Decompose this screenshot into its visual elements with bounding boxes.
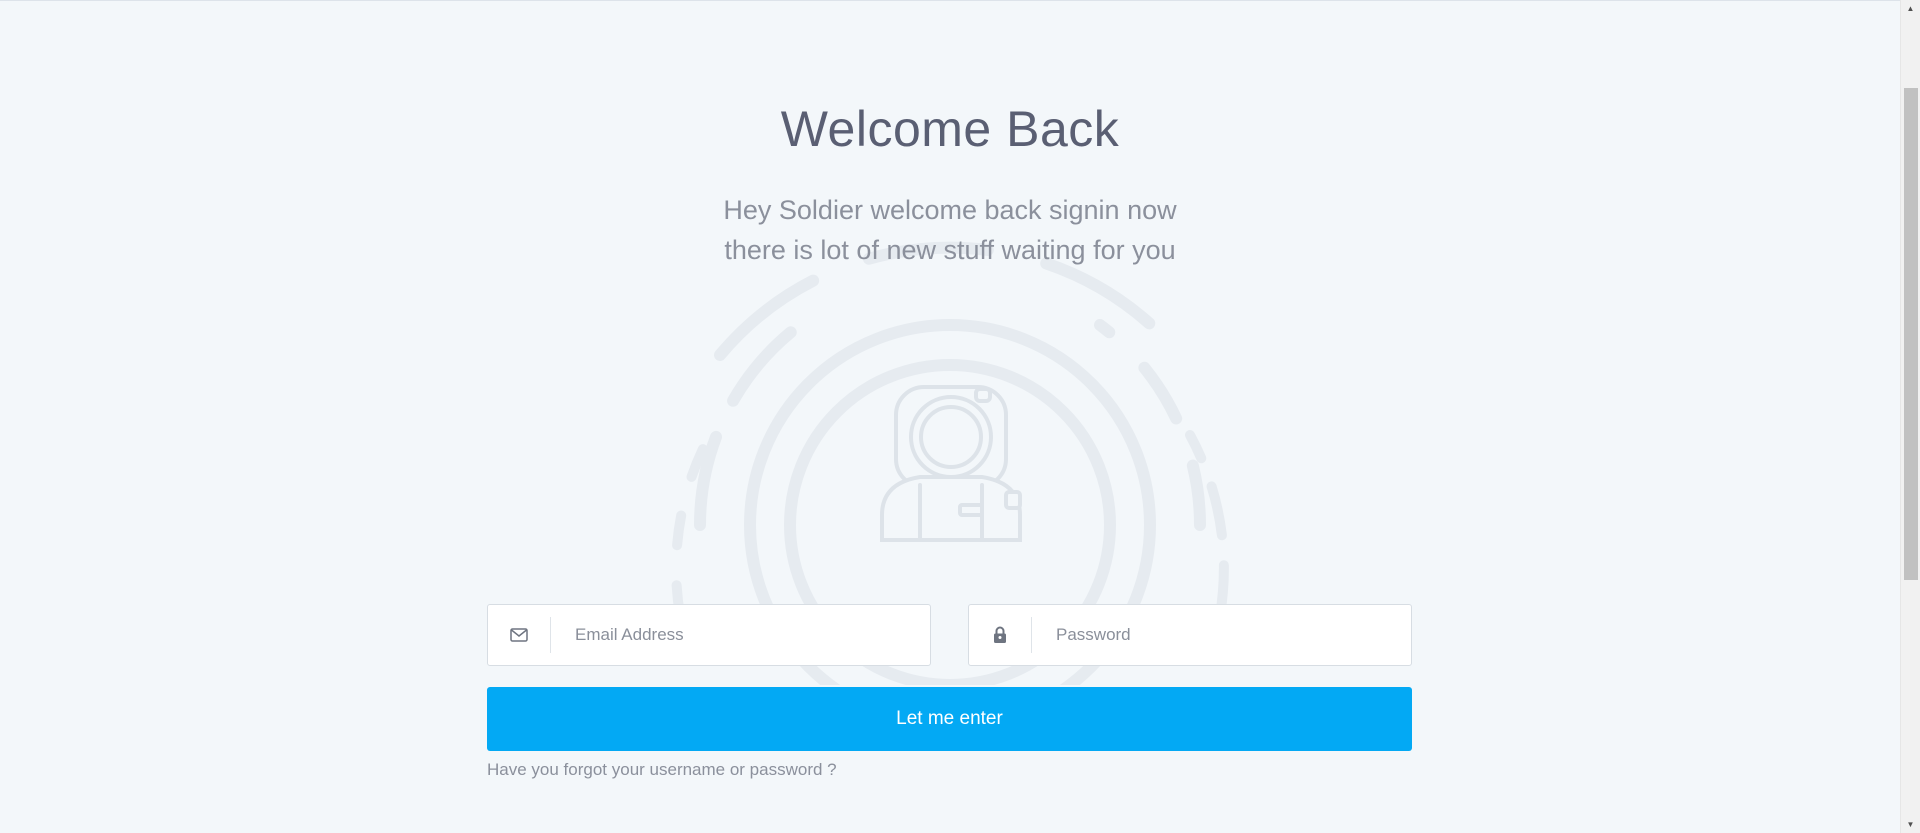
email-icon-box: [488, 617, 551, 653]
scroll-down-arrow-icon[interactable]: ▼: [1901, 816, 1920, 833]
astronaut-icon: [880, 385, 1022, 542]
mail-icon: [510, 628, 528, 642]
scrollbar-thumb[interactable]: [1904, 88, 1918, 580]
login-page: Welcome Back Hey Soldier welcome back si…: [0, 0, 1900, 833]
forgot-credentials-link[interactable]: Have you forgot your username or passwor…: [487, 760, 837, 780]
scroll-up-arrow-icon[interactable]: ▲: [1901, 0, 1920, 17]
password-field[interactable]: [968, 604, 1412, 666]
email-field[interactable]: [487, 604, 931, 666]
password-input[interactable]: [1032, 604, 1411, 666]
top-divider: [0, 0, 1900, 1]
email-input[interactable]: [551, 604, 930, 666]
subtitle-line-1: Hey Soldier welcome back signin now: [723, 195, 1177, 225]
page-subtitle: Hey Soldier welcome back signin now ther…: [0, 190, 1900, 270]
vertical-scrollbar[interactable]: ▲ ▼: [1900, 0, 1920, 833]
page-title: Welcome Back: [780, 101, 1120, 157]
login-button[interactable]: Let me enter: [487, 687, 1412, 751]
subtitle-line-2: there is lot of new stuff waiting for yo…: [724, 235, 1176, 265]
lock-icon: [994, 626, 1006, 643]
password-icon-box: [969, 617, 1032, 653]
